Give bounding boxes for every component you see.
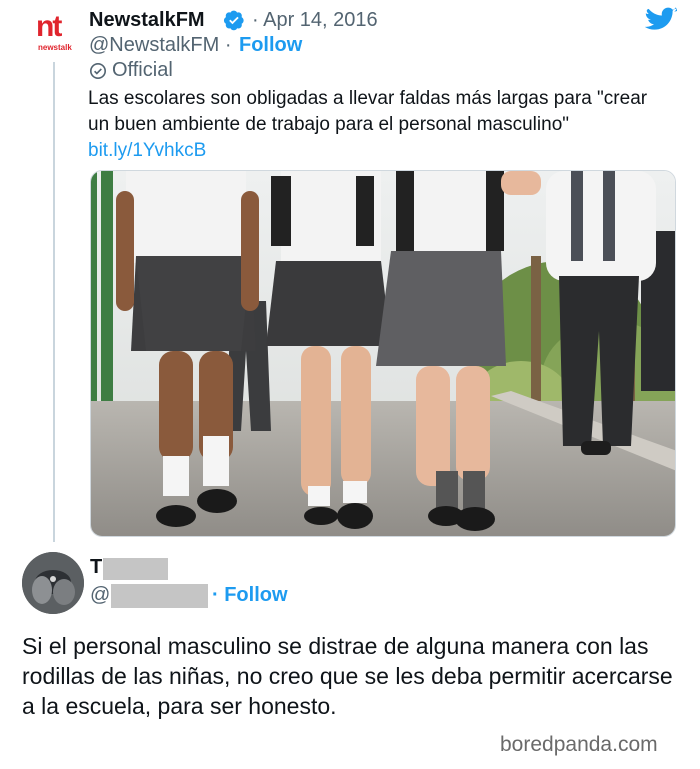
avatar-logo-text: nt: [36, 10, 62, 43]
tweet-link[interactable]: bit.ly/1YvhkcB: [88, 140, 206, 161]
redacted-name: [103, 558, 168, 580]
reply-avatar[interactable]: [22, 552, 84, 614]
twitter-bird-icon[interactable]: [645, 6, 677, 33]
follow-button[interactable]: Follow: [239, 34, 302, 57]
official-label: Official: [89, 59, 173, 82]
verified-badge-icon: [223, 10, 244, 31]
newstalk-avatar[interactable]: nt newstalk: [32, 12, 76, 56]
official-text: Official: [112, 59, 173, 81]
official-check-icon: [89, 62, 107, 79]
reply-text: Si el personal masculino se distrae de a…: [22, 633, 673, 719]
author-name[interactable]: NewstalkFM: [89, 9, 205, 32]
tweet-text: Las escolares son obligadas a llevar fal…: [88, 86, 668, 164]
avatar-image: [22, 552, 84, 614]
tweet-photo[interactable]: [90, 170, 676, 537]
reply-handle[interactable]: @: [90, 584, 110, 607]
reply-follow-button[interactable]: · Follow: [212, 584, 288, 607]
reply-author-name[interactable]: T: [90, 556, 102, 579]
thread-connector: [53, 62, 55, 542]
author-handle[interactable]: @NewstalkFM ·: [89, 34, 232, 57]
schoolgirls-walking-photo: [91, 171, 675, 536]
tweet-date[interactable]: · Apr 14, 2016: [252, 9, 378, 32]
watermark: boredpanda.com: [500, 733, 658, 756]
tweet-body: Las escolares son obligadas a llevar fal…: [88, 88, 648, 135]
redacted-handle: [111, 584, 208, 608]
avatar-logo-subtext: newstalk: [38, 43, 72, 52]
